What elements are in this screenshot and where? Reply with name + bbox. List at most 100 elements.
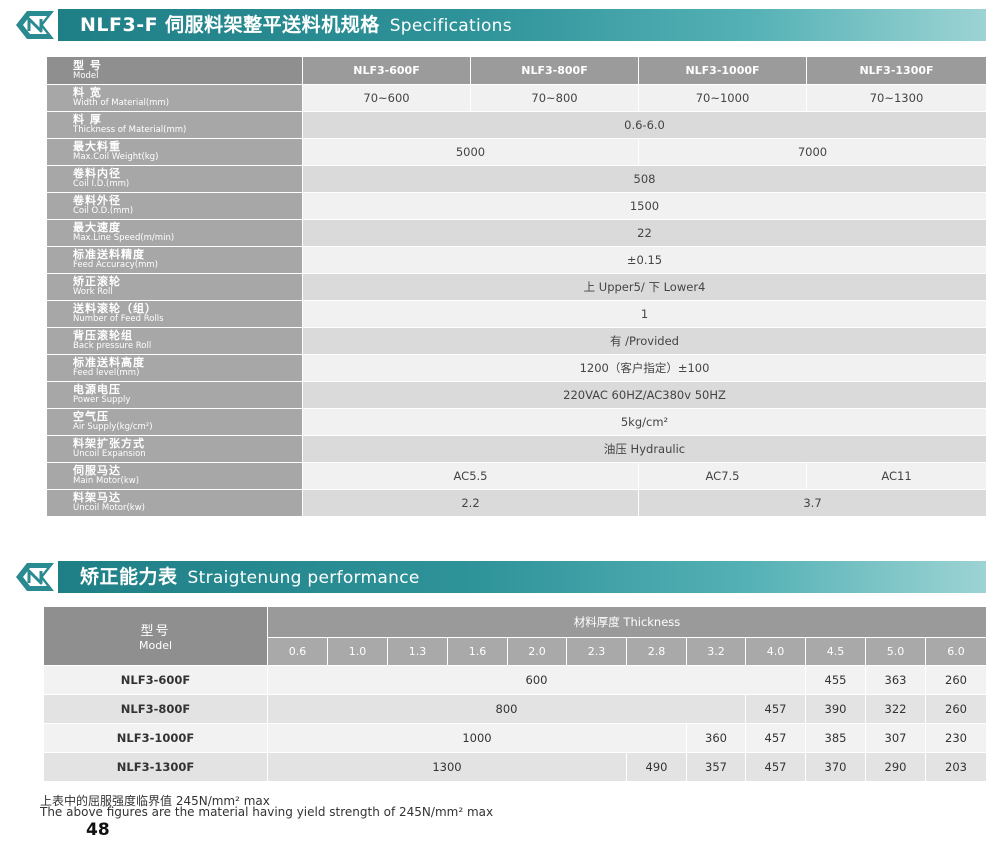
row-label: 标准送料高度 Feed level(mm) — [46, 354, 303, 382]
perf-value-cell: 800 — [267, 694, 746, 724]
section-title: 矫正能力表 Straigtenung performance — [80, 561, 420, 593]
row-label-cn: 型 号 — [73, 58, 102, 72]
perf-row: NLF3-600F 600 455 363 260 — [43, 665, 988, 695]
brand-logo-icon — [16, 563, 54, 591]
thickness-value: 4.0 — [745, 637, 806, 666]
spec-value-cell: 7000 — [638, 138, 987, 166]
row-label-en: Feed level(mm) — [73, 368, 140, 378]
row-label-cn: 背压滚轮组 — [73, 329, 133, 342]
row-label-en: Width of Material(mm) — [73, 98, 170, 108]
spec-row: 卷料外径 Coil O.D.(mm) 1500 — [46, 192, 987, 220]
model-header-cn: 型号 — [140, 624, 171, 639]
brand-logo-icon — [16, 11, 54, 39]
spec-row: 标准送料高度 Feed level(mm) 1200（客户指定）±100 — [46, 354, 987, 382]
thickness-header: 材料厚度 Thickness — [266, 606, 988, 638]
row-label-en: Max.Line Speed(m/min) — [73, 233, 175, 243]
thickness-value: 0.6 — [267, 637, 328, 666]
perf-value-cell: 203 — [924, 752, 988, 782]
row-label-cn: 标准送料高度 — [73, 356, 145, 369]
perf-value-cell: 260 — [924, 665, 988, 695]
thickness-value: 4.5 — [805, 637, 866, 666]
perf-row: NLF3-1300F 1300 490 357 457 370 290 203 — [43, 752, 988, 782]
row-label-en: Uncoil Motor(kw) — [73, 503, 145, 513]
row-label-en: Number of Feed Rolls — [73, 314, 164, 324]
perf-header-row: 型号 Model 材料厚度 Thickness — [43, 606, 988, 666]
thickness-value: 3.2 — [686, 637, 746, 666]
row-label: 料架扩张方式 Uncoil Expansion — [46, 435, 303, 463]
row-label: 料 宽 Width of Material(mm) — [46, 84, 303, 112]
row-label-cn: 送料滚轮（组） — [73, 302, 157, 315]
row-label: 卷料外径 Coil O.D.(mm) — [46, 192, 303, 220]
row-label: 标准送料精度 Feed Accuracy(mm) — [46, 246, 303, 274]
spec-row: 伺服马达 Main Motor(kw) AC5.5 AC7.5 AC11 — [46, 462, 987, 490]
spec-row: 标准送料精度 Feed Accuracy(mm) ±0.15 — [46, 246, 987, 274]
note-en: The above figures are the material havin… — [40, 805, 494, 819]
model-header-en: Model — [138, 639, 173, 652]
row-label: 伺服马达 Main Motor(kw) — [46, 462, 303, 490]
perf-value-cell: 385 — [805, 723, 866, 753]
perf-value-cell: 1300 — [267, 752, 627, 782]
spec-value-cell: 22 — [302, 219, 987, 247]
specifications-banner: NLF3-F 伺服料架整平送料机规格 Specifications — [14, 9, 986, 41]
row-label: 料架马达 Uncoil Motor(kw) — [46, 489, 303, 517]
spec-value-cell: 70~1000 — [638, 84, 807, 112]
perf-value-cell: 600 — [267, 665, 806, 695]
perf-value-cell: 290 — [865, 752, 926, 782]
perf-value-cell: 360 — [686, 723, 746, 753]
spec-value-cell: 70~600 — [302, 84, 471, 112]
spec-value-cell: 有 /Provided — [302, 327, 987, 355]
section-title-en: Specifications — [389, 16, 512, 36]
row-label-en: Work Roll — [73, 287, 113, 297]
perf-value-cell: 457 — [745, 723, 806, 753]
spec-value-cell: 508 — [302, 165, 987, 193]
perf-value-cell: 230 — [924, 723, 988, 753]
spec-row: 空气压 Air Supply(kg/cm²) 5kg/cm² — [46, 408, 987, 436]
perf-value-cell: 490 — [626, 752, 687, 782]
row-label-en: Uncoil Expansion — [73, 449, 146, 459]
row-label-cn: 最大料重 — [73, 140, 121, 153]
spec-value-cell: ±0.15 — [302, 246, 987, 274]
spec-value-cell: 5kg/cm² — [302, 408, 987, 436]
row-label-cn: 料架马达 — [73, 491, 121, 504]
spec-value-cell: 3.7 — [638, 489, 987, 517]
row-label-en: Power Supply — [73, 395, 131, 405]
perf-row: NLF3-1000F 1000 360 457 385 307 230 — [43, 723, 988, 753]
row-label-en: Coil O.D.(mm) — [73, 206, 134, 216]
row-label-cn: 伺服马达 — [73, 464, 121, 477]
section-title-cn: NLF3-F 伺服料架整平送料机规格 — [80, 14, 380, 36]
perf-value-cell: 457 — [745, 694, 806, 724]
perf-value-cell: 457 — [745, 752, 806, 782]
row-label-cn: 标准送料精度 — [73, 248, 145, 261]
page-number: 48 — [86, 820, 110, 840]
row-label-en: Max.Coil Weight(kg) — [73, 152, 159, 162]
perf-value-cell: 357 — [686, 752, 746, 782]
row-label-cn: 最大速度 — [73, 221, 121, 234]
spec-value-cell: 70~800 — [470, 84, 639, 112]
row-label-en: Main Motor(kw) — [73, 476, 140, 486]
model-column-header: NLF3-1000F — [638, 56, 807, 85]
perf-value-cell: 390 — [805, 694, 866, 724]
spec-row: 卷料内径 Coil I.D.(mm) 508 — [46, 165, 987, 193]
perf-model-cell: NLF3-600F — [43, 665, 268, 695]
spec-row: 料架扩张方式 Uncoil Expansion 油压 Hydraulic — [46, 435, 987, 463]
spec-value-cell: 1200（客户指定）±100 — [302, 354, 987, 382]
model-column-header: NLF3-600F — [302, 56, 471, 85]
spec-value-cell: 上 Upper5/ 下 Lower4 — [302, 273, 987, 301]
spec-row: 最大料重 Max.Coil Weight(kg) 5000 7000 — [46, 138, 987, 166]
spec-value-cell: 5000 — [302, 138, 639, 166]
spec-row: 料 厚 Thickness of Material(mm) 0.6-6.0 — [46, 111, 987, 139]
spec-value-cell: AC11 — [806, 462, 987, 490]
row-label-cn: 矫正滚轮 — [73, 275, 121, 288]
thickness-value: 2.8 — [626, 637, 687, 666]
thickness-value: 1.3 — [387, 637, 448, 666]
perf-value-cell: 322 — [865, 694, 926, 724]
row-label-en: Air Supply(kg/cm²) — [73, 422, 153, 432]
row-label: 送料滚轮（组） Number of Feed Rolls — [46, 300, 303, 328]
section-title: NLF3-F 伺服料架整平送料机规格 Specifications — [80, 9, 512, 41]
row-label-cn: 料架扩张方式 — [73, 437, 145, 450]
row-label-cn: 卷料外径 — [73, 194, 121, 207]
spec-value-cell: 2.2 — [302, 489, 639, 517]
row-label-cn: 空气压 — [73, 410, 109, 423]
row-label-en: Model — [73, 70, 99, 81]
performance-banner: 矫正能力表 Straigtenung performance — [14, 561, 986, 593]
